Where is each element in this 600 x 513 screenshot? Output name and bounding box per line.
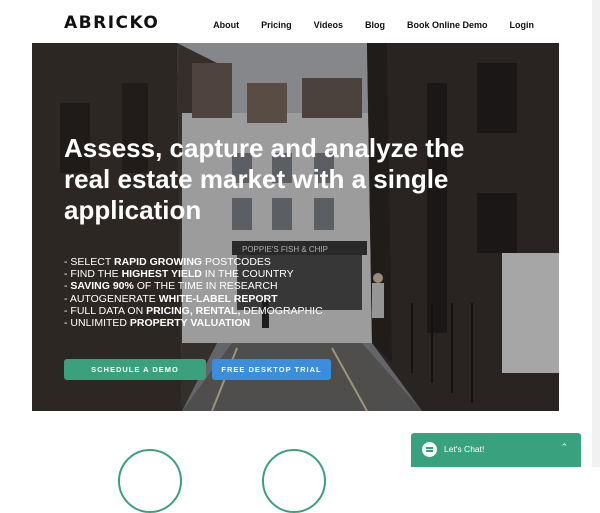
nav-book-demo[interactable]: Book Online Demo	[407, 20, 488, 30]
headline-line-3: application	[64, 195, 202, 225]
nav-blog[interactable]: Blog	[365, 20, 385, 30]
free-trial-button[interactable]: FREE DESKTOP TRIAL	[212, 359, 331, 380]
feature-item: - SELECT RAPID GROWING POSTCODES	[64, 256, 271, 268]
chat-bubble-icon	[422, 442, 437, 457]
nav-pricing[interactable]: Pricing	[261, 20, 292, 30]
top-nav: ABRICKO About Pricing Videos Blog Book O…	[0, 0, 600, 44]
feature-circle-icon	[262, 449, 326, 513]
nav-about[interactable]: About	[213, 20, 239, 30]
feature-circle-icon	[118, 449, 182, 513]
hero-headline: Assess, capture and analyze the real est…	[64, 133, 504, 226]
nav-login[interactable]: Login	[510, 20, 535, 30]
feature-item: - SAVING 90% OF THE TIME IN RESEARCH	[64, 280, 278, 293]
nav-videos[interactable]: Videos	[314, 20, 343, 30]
feature-list: - SELECT RAPID GROWING POSTCODES - FIND …	[64, 256, 323, 329]
chat-widget[interactable]: Let's Chat! ⌃	[411, 433, 581, 467]
hero-section: POPPIE'S FISH & CHIP Assess, capture and	[32, 43, 559, 411]
page-scrollbar[interactable]	[592, 0, 600, 467]
feature-item: - FULL DATA ON PRICING, RENTAL, DEMOGRAP…	[64, 304, 323, 317]
feature-item: - UNLIMITED PROPERTY VALUATION	[64, 317, 251, 330]
hero-street-image: POPPIE'S FISH & CHIP	[32, 43, 559, 411]
headline-line-2: real estate market with a single	[64, 164, 449, 194]
feature-item: - FIND THE HIGHEST YIELD IN THE COUNTRY	[64, 268, 294, 281]
chat-label: Let's Chat!	[444, 444, 485, 454]
headline-line-1: Assess, capture and analyze the	[64, 133, 465, 163]
nav-menu: About Pricing Videos Blog Book Online De…	[191, 20, 534, 30]
chevron-up-icon[interactable]: ⌃	[560, 443, 568, 453]
brand-logo[interactable]: ABRICKO	[64, 13, 159, 33]
feature-item: - AUTOGENERATE WHITE-LABEL REPORT	[64, 292, 278, 305]
schedule-demo-button[interactable]: SCHEDULE A DEMO	[64, 359, 206, 380]
